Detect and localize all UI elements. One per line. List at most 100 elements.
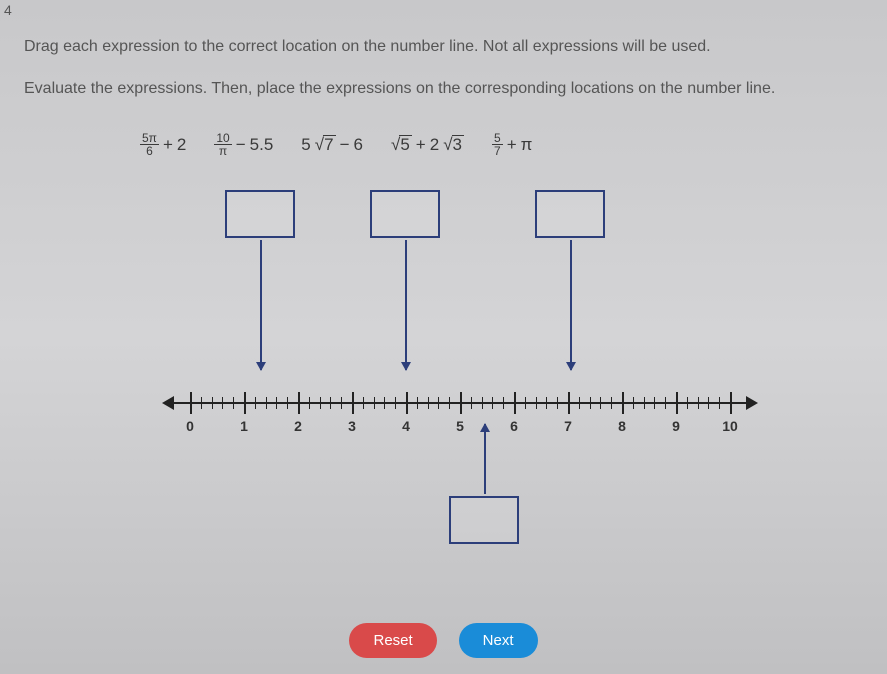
arrow-down-icon <box>260 240 262 370</box>
radicand: 5 <box>399 135 411 153</box>
drop-zone-top-2[interactable] <box>370 190 440 238</box>
tick-minor <box>255 397 256 409</box>
tick-major <box>676 392 678 414</box>
arrow-down-icon <box>405 240 407 370</box>
expression-3[interactable]: 5 7 − 6 <box>301 135 363 155</box>
tick-minor <box>687 397 688 409</box>
tick-minor <box>320 397 321 409</box>
tick-minor <box>276 397 277 409</box>
tick-label: 5 <box>456 418 464 434</box>
tick-minor <box>492 397 493 409</box>
tick-minor <box>719 397 720 409</box>
tick-minor <box>654 397 655 409</box>
denominator: 7 <box>492 145 503 157</box>
tick-minor <box>233 397 234 409</box>
plus-sign: + <box>507 135 517 155</box>
tick-minor <box>611 397 612 409</box>
tick-label: 0 <box>186 418 194 434</box>
plus-sign: + <box>416 135 426 155</box>
tick-minor <box>201 397 202 409</box>
tick-minor <box>698 397 699 409</box>
tick-minor <box>330 397 331 409</box>
tick-minor <box>579 397 580 409</box>
fraction: 10 π <box>214 132 231 157</box>
tick-label: 10 <box>722 418 738 434</box>
radical-icon: 3 <box>443 135 464 155</box>
tick-minor <box>600 397 601 409</box>
radicand: 7 <box>323 135 335 153</box>
tick-label: 6 <box>510 418 518 434</box>
tick-minor <box>309 397 310 409</box>
tick-minor <box>222 397 223 409</box>
tick-minor <box>341 397 342 409</box>
tick-minor <box>395 397 396 409</box>
tick-minor <box>644 397 645 409</box>
tick-minor <box>665 397 666 409</box>
tick-label: 8 <box>618 418 626 434</box>
tick-minor <box>417 397 418 409</box>
button-row: Reset Next <box>0 623 887 658</box>
tick-minor <box>633 397 634 409</box>
tick-label: 4 <box>402 418 410 434</box>
plus-sign: + <box>163 135 173 155</box>
tick-minor <box>287 397 288 409</box>
tick-major <box>730 392 732 414</box>
radicand: 3 <box>452 135 464 153</box>
tick-major <box>622 392 624 414</box>
tick-minor <box>374 397 375 409</box>
expression-bank: 5π 6 + 2 10 π − 5.5 5 7 − 6 5 + 2 3 5 7 … <box>140 132 532 157</box>
tick-label: 1 <box>240 418 248 434</box>
tick-minor <box>266 397 267 409</box>
drop-zone-bottom[interactable] <box>449 496 519 544</box>
number-line-diagram: 012345678910 <box>130 190 780 560</box>
tick-minor <box>212 397 213 409</box>
next-button[interactable]: Next <box>459 623 538 658</box>
tick-minor <box>384 397 385 409</box>
tick-minor <box>525 397 526 409</box>
fraction: 5π 6 <box>140 132 159 157</box>
denominator: 6 <box>144 145 155 157</box>
tick-minor <box>503 397 504 409</box>
number-line: 012345678910 <box>170 380 750 430</box>
tick-minor <box>438 397 439 409</box>
tick-major <box>298 392 300 414</box>
tick-minor <box>536 397 537 409</box>
constant: 6 <box>354 135 363 155</box>
reset-button[interactable]: Reset <box>349 623 436 658</box>
tick-minor <box>471 397 472 409</box>
tick-major <box>244 392 246 414</box>
tick-major <box>190 392 192 414</box>
fraction: 5 7 <box>492 132 503 157</box>
tick-major <box>568 392 570 414</box>
radical-icon: 7 <box>315 135 336 155</box>
tick-minor <box>428 397 429 409</box>
expression-4[interactable]: 5 + 2 3 <box>391 135 464 155</box>
instruction-line-2: Evaluate the expressions. Then, place th… <box>24 80 775 98</box>
drop-zone-top-3[interactable] <box>535 190 605 238</box>
arrow-down-icon <box>570 240 572 370</box>
coefficient: 5 <box>301 135 310 155</box>
coefficient: 2 <box>430 135 439 155</box>
question-number: 4 <box>4 2 12 18</box>
instruction-line-1: Drag each expression to the correct loca… <box>24 38 711 56</box>
expression-2[interactable]: 10 π − 5.5 <box>214 132 273 157</box>
tick-minor <box>482 397 483 409</box>
tick-major <box>406 392 408 414</box>
radical-icon: 5 <box>391 135 412 155</box>
tick-minor <box>557 397 558 409</box>
tick-major <box>460 392 462 414</box>
minus-sign: − <box>236 135 246 155</box>
denominator: π <box>217 145 229 157</box>
tick-minor <box>546 397 547 409</box>
tick-label: 9 <box>672 418 680 434</box>
constant: 5.5 <box>250 135 274 155</box>
tick-minor <box>590 397 591 409</box>
expression-1[interactable]: 5π 6 + 2 <box>140 132 186 157</box>
tick-label: 7 <box>564 418 572 434</box>
tick-label: 3 <box>348 418 356 434</box>
pi-symbol: π <box>521 135 533 155</box>
drop-zone-top-1[interactable] <box>225 190 295 238</box>
tick-minor <box>363 397 364 409</box>
tick-minor <box>449 397 450 409</box>
expression-5[interactable]: 5 7 + π <box>492 132 532 157</box>
